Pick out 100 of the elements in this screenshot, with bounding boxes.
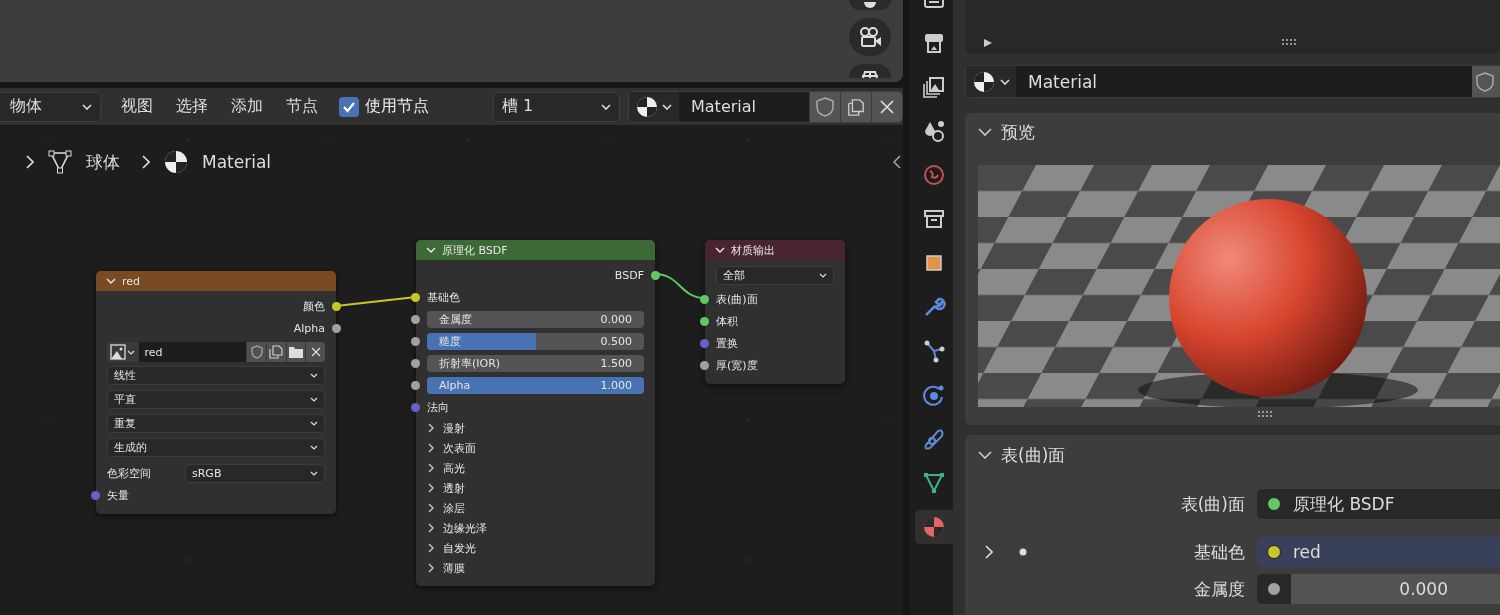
checkbox[interactable] bbox=[339, 96, 359, 117]
copy-button[interactable] bbox=[266, 342, 286, 362]
breadcrumb-material[interactable]: Material bbox=[202, 152, 272, 172]
socket-label: BSDF bbox=[614, 268, 644, 282]
slider-label: 折射率(IOR) bbox=[439, 355, 501, 371]
linked-node-name: 原理化 BSDF bbox=[1293, 492, 1395, 516]
linked-node-name: red bbox=[1293, 542, 1321, 562]
round-button[interactable] bbox=[849, 0, 891, 10]
socket[interactable] bbox=[411, 336, 420, 346]
fake-user-button[interactable] bbox=[246, 342, 267, 362]
node-dropdown[interactable]: 生成的 bbox=[107, 438, 325, 457]
socket-label: 厚(宽)度 bbox=[716, 357, 758, 373]
socket[interactable] bbox=[332, 301, 341, 311]
socket-label: 颜色 bbox=[303, 298, 325, 314]
tab-icon bbox=[921, 515, 946, 539]
collapsed-panel[interactable]: 涂层 bbox=[416, 498, 655, 518]
socket[interactable] bbox=[411, 358, 420, 368]
breadcrumb-object[interactable]: 球体 bbox=[86, 150, 120, 174]
chevron-down-icon bbox=[82, 103, 92, 110]
panel-label: 自发光 bbox=[443, 540, 476, 556]
chevron-down-icon bbox=[310, 470, 318, 476]
camera-button[interactable] bbox=[849, 18, 891, 56]
menu-item[interactable]: 视图 bbox=[121, 96, 153, 117]
slider-value: 1.000 bbox=[600, 378, 632, 392]
material-tab[interactable] bbox=[914, 510, 953, 544]
chevron-down-icon bbox=[601, 103, 611, 110]
panel-label: 薄膜 bbox=[443, 560, 465, 576]
chevron-down-icon bbox=[978, 451, 992, 459]
slider-value: 0.000 bbox=[600, 312, 632, 326]
chevron-left-icon[interactable] bbox=[893, 155, 901, 169]
socket-label: 体积 bbox=[716, 313, 738, 329]
mode-dropdown[interactable]: 物体 bbox=[0, 91, 101, 122]
collapsed-panel[interactable]: 透射 bbox=[416, 478, 655, 498]
node-dropdown[interactable]: 平直 bbox=[107, 390, 325, 409]
panel-label: 边缘光泽 bbox=[443, 520, 487, 536]
tab-icon bbox=[921, 383, 946, 407]
collapsed-panel[interactable]: 边缘光泽 bbox=[416, 518, 655, 538]
node-title: red bbox=[122, 274, 141, 288]
node-header[interactable]: 原理化 BSDF bbox=[416, 240, 655, 260]
socket-label: 表(曲)面 bbox=[716, 291, 758, 307]
collapsed-panel[interactable]: 漫射 bbox=[416, 418, 655, 438]
slot-dropdown[interactable]: 槽 1 bbox=[493, 91, 620, 122]
close-button[interactable] bbox=[305, 342, 325, 362]
shield-icon bbox=[250, 345, 263, 359]
socket-label: 基础色 bbox=[427, 289, 460, 305]
node-dropdown[interactable]: 线性 bbox=[107, 366, 325, 385]
node-title: 材质输出 bbox=[731, 242, 775, 258]
dot-icon bbox=[1019, 548, 1027, 556]
menu-item[interactable]: 选择 bbox=[176, 96, 208, 117]
folder-icon bbox=[288, 345, 305, 359]
chevron-down-icon bbox=[310, 397, 318, 402]
slider-label: Alpha bbox=[439, 378, 471, 392]
panel-title: 预览 bbox=[1001, 120, 1035, 144]
tab-icon bbox=[921, 207, 946, 231]
use-nodes-toggle[interactable]: 使用节点 bbox=[339, 96, 429, 117]
chevron-down-icon bbox=[127, 349, 135, 355]
node-title: 原理化 BSDF bbox=[442, 242, 508, 258]
image-browse-button[interactable] bbox=[107, 342, 139, 362]
collapsed-panel[interactable]: 次表面 bbox=[416, 438, 655, 458]
play-icon[interactable] bbox=[983, 38, 993, 48]
collapsed-panel[interactable]: 薄膜 bbox=[416, 558, 655, 578]
chevron-right-icon bbox=[26, 155, 34, 169]
copy-icon bbox=[269, 345, 284, 359]
menu-item[interactable]: 添加 bbox=[231, 96, 263, 117]
collapsed-panel[interactable]: 自发光 bbox=[416, 538, 655, 558]
mesh-triangle-icon bbox=[48, 150, 72, 174]
panel-title: 表(曲)面 bbox=[1001, 443, 1066, 467]
grid-button[interactable] bbox=[849, 64, 891, 78]
grip-icon[interactable] bbox=[1258, 411, 1274, 417]
chevron-right-icon[interactable] bbox=[985, 545, 993, 559]
socket[interactable] bbox=[411, 292, 420, 302]
socket[interactable] bbox=[411, 380, 420, 390]
collapsed-panel[interactable]: 高光 bbox=[416, 458, 655, 478]
chevron-down-icon bbox=[819, 273, 827, 278]
property-label: 表(曲)面 bbox=[1179, 492, 1246, 516]
menu-item[interactable]: 节点 bbox=[286, 96, 318, 117]
property-field[interactable]: 原理化 BSDF bbox=[1257, 489, 1500, 519]
node-dropdown[interactable]: 重复 bbox=[107, 414, 325, 433]
property-field[interactable]: red bbox=[1257, 537, 1500, 567]
panel-label: 次表面 bbox=[443, 440, 476, 456]
socket-label: 法向 bbox=[427, 399, 449, 415]
socket[interactable] bbox=[651, 270, 660, 280]
grip-icon[interactable] bbox=[1282, 39, 1298, 45]
socket[interactable] bbox=[332, 323, 341, 333]
socket[interactable] bbox=[700, 316, 709, 326]
tab-icon bbox=[921, 471, 946, 495]
socket[interactable] bbox=[700, 360, 709, 370]
target-dropdown[interactable]: 全部 bbox=[716, 266, 834, 285]
socket[interactable] bbox=[700, 294, 709, 304]
checkmark-icon bbox=[342, 100, 356, 113]
node-header[interactable]: 材质输出 bbox=[705, 240, 845, 260]
panel-header[interactable]: 预览 bbox=[965, 113, 1500, 151]
socket[interactable] bbox=[411, 314, 420, 324]
node-header[interactable]: red bbox=[96, 271, 336, 291]
material-sphere-icon bbox=[164, 150, 188, 174]
image-name-field[interactable]: red bbox=[138, 342, 247, 362]
panel-header[interactable]: 表(曲)面 bbox=[965, 435, 1500, 475]
slider-value: 1.500 bbox=[600, 356, 632, 370]
open-file-button[interactable] bbox=[285, 342, 306, 362]
checkbox-label: 使用节点 bbox=[365, 96, 429, 117]
